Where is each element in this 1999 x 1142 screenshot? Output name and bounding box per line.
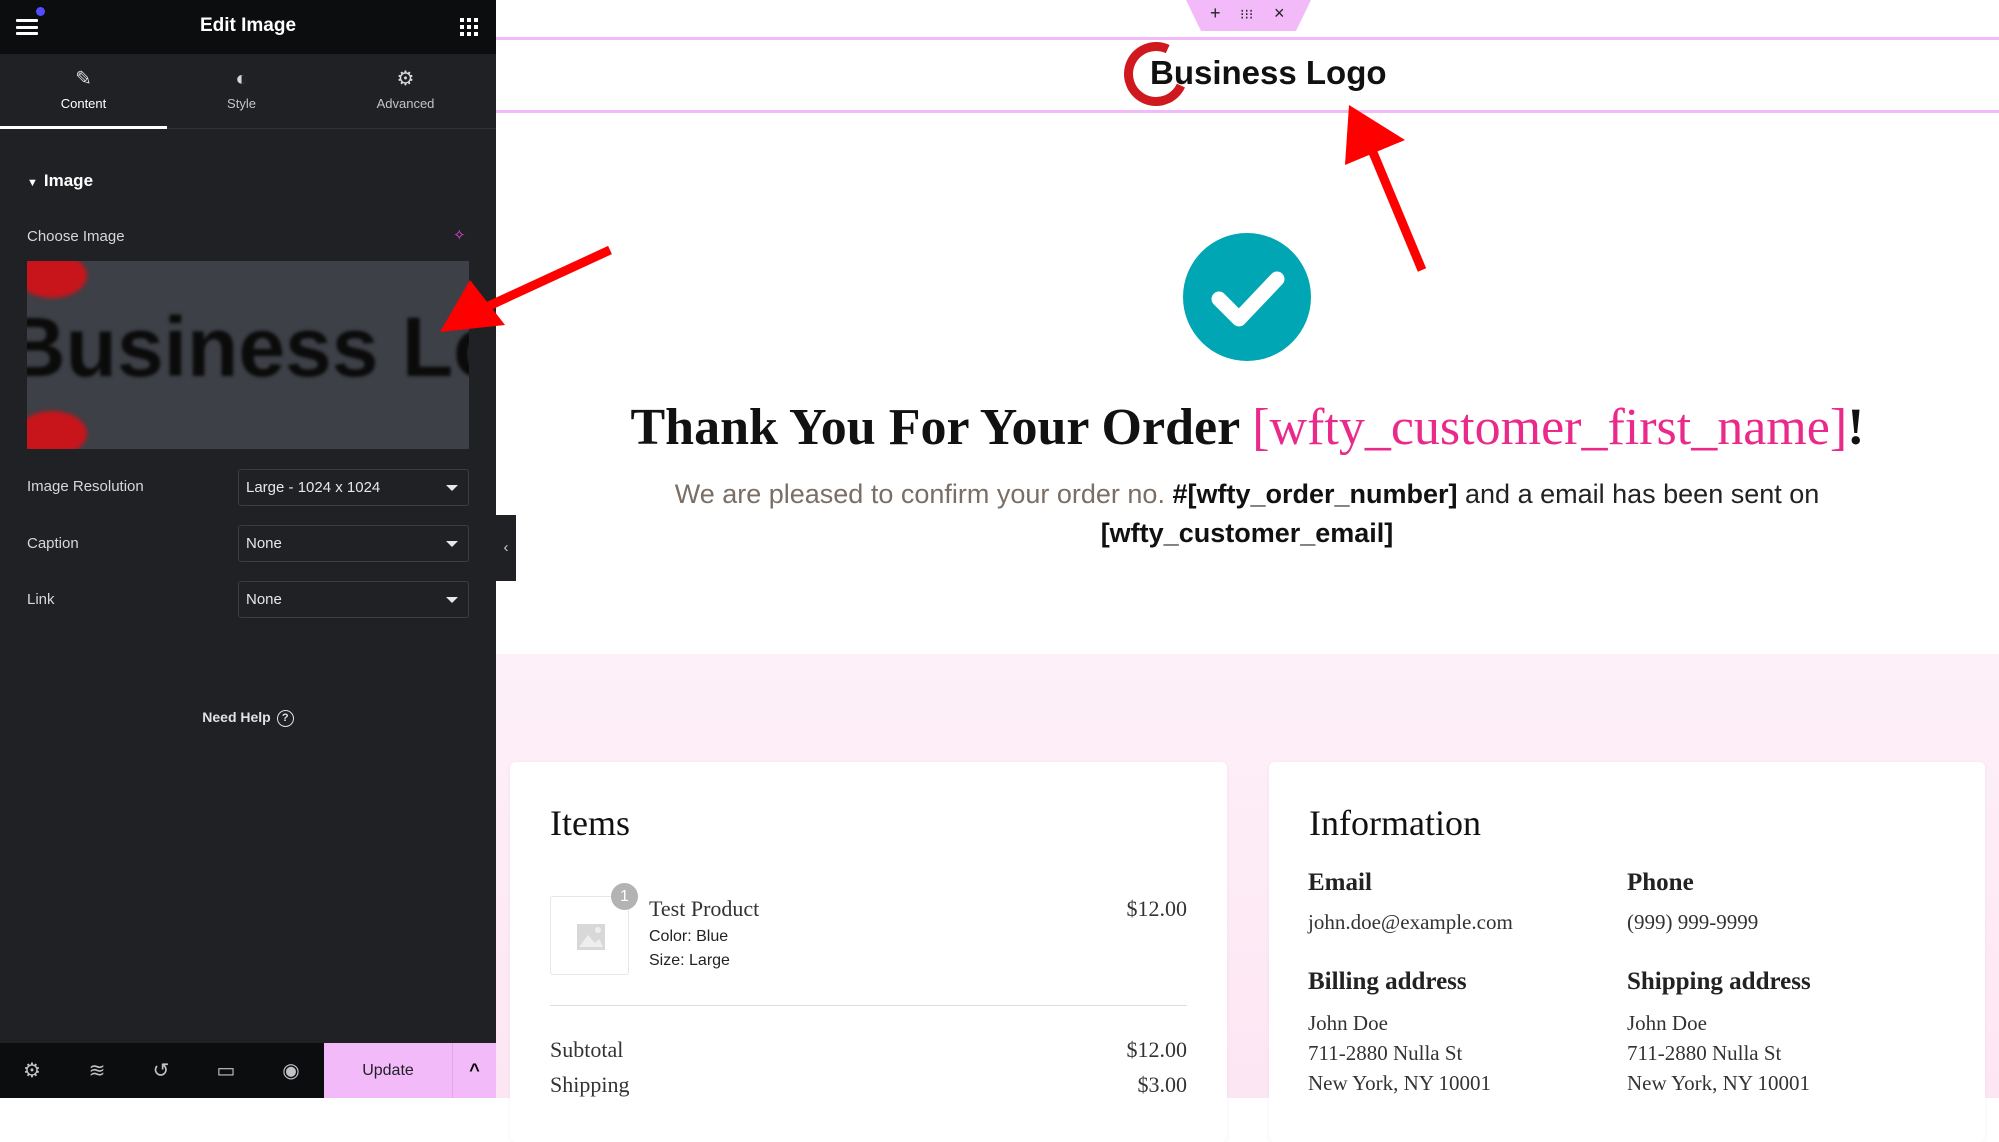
product-name: Test Product [649, 896, 760, 921]
quantity-badge: 1 [611, 883, 638, 910]
add-icon[interactable]: + [1210, 3, 1221, 24]
items-title: Items [550, 803, 630, 843]
chevron-down-icon [446, 597, 458, 603]
chevron-down-icon [446, 541, 458, 547]
chevron-down-icon [446, 485, 458, 491]
email-value: john.doe@example.com [1308, 910, 1513, 934]
panel-footer: ⚙ ≋ ↺ ▭ ◉ Update ^ [0, 1043, 496, 1098]
close-icon[interactable]: × [1274, 3, 1285, 24]
caption-label: Caption [27, 535, 79, 552]
image-resolution-label: Image Resolution [27, 478, 144, 495]
product-size: Size: Large [649, 952, 730, 969]
product-color: Color: Blue [649, 928, 729, 945]
settings-gear-icon[interactable]: ⚙ [20, 1059, 44, 1083]
link-label: Link [27, 591, 55, 608]
subtotal-value: $12.00 [1126, 1037, 1188, 1062]
phone-value: (999) 999-9999 [1627, 910, 1759, 934]
choose-image-label: Choose Image [27, 228, 125, 245]
panel-header: Edit Image [0, 0, 496, 54]
product-price: $12.00 [1126, 896, 1188, 921]
tab-advanced[interactable]: ⚙ Advanced [323, 54, 488, 129]
eye-icon[interactable]: ◉ [279, 1059, 303, 1083]
billing-label: Billing address [1308, 968, 1467, 995]
information-card: Information Email john.doe@example.com P… [1269, 762, 1985, 1142]
help-icon: ? [276, 709, 294, 727]
pencil-icon: ✎ [75, 68, 92, 90]
business-logo[interactable]: Business Logo [1114, 32, 1387, 116]
need-help-link[interactable]: Need Help? [0, 709, 496, 727]
divider [550, 1005, 1187, 1006]
section-border-bottom [496, 110, 1999, 113]
chevron-up-icon[interactable]: ^ [452, 1043, 496, 1098]
link-select[interactable]: None [238, 581, 469, 618]
gear-icon: ⚙ [396, 68, 415, 90]
check-circle-icon [1183, 233, 1311, 361]
history-icon[interactable]: ↺ [149, 1059, 173, 1083]
phone-label: Phone [1627, 869, 1694, 896]
image-resolution-select[interactable]: Large - 1024 x 1024 [238, 469, 469, 506]
subtotal-label: Subtotal [550, 1037, 624, 1062]
layers-icon[interactable]: ≋ [85, 1059, 109, 1083]
shipping-address-label: Shipping address [1627, 968, 1811, 995]
confirmation-email: [wfty_customer_email] [1100, 518, 1394, 548]
drag-handle-icon[interactable]: ⁝⁝⁝ [1240, 6, 1253, 23]
half-circle-icon: ◐ [235, 68, 248, 90]
update-button[interactable]: Update [324, 1043, 452, 1098]
shipping-address: John Doe 711-2880 Nulla St New York, NY 10… [1627, 1011, 1810, 1095]
billing-address: John Doe 711-2880 Nulla St New York, NY 10… [1308, 1011, 1491, 1095]
preview-image-text: Business Lo [27, 300, 469, 394]
tab-content[interactable]: ✎ Content [0, 54, 167, 129]
customer-name-shortcode: [wfty_customer_first_name] [1252, 399, 1848, 456]
section-image-toggle[interactable]: ▼ Image [27, 171, 93, 191]
image-preview[interactable]: Business Lo [27, 261, 469, 449]
shipping-value: $3.00 [1137, 1072, 1188, 1097]
responsive-icon[interactable]: ▭ [214, 1059, 238, 1083]
panel-title: Edit Image [199, 15, 297, 36]
widgets-grid-icon[interactable] [460, 18, 478, 36]
section-toolbar: + ⁝⁝⁝ × [1186, 0, 1311, 31]
confirmation-text: We are pleased to confirm your order no.… [674, 479, 1820, 509]
collapse-panel-button[interactable]: ‹ [496, 515, 516, 581]
caret-down-icon: ▼ [27, 177, 38, 189]
ai-sparkle-icon[interactable]: ✧ [453, 226, 466, 244]
items-card: Items 1 Test Product Color: Blue Size: L… [510, 762, 1227, 1142]
caption-select[interactable]: None [238, 525, 469, 562]
arrow-annotation-top [1345, 105, 1427, 272]
tab-style[interactable]: ◐ Style [159, 54, 324, 129]
editor-panel: Edit Image ✎ Content ◐ Style ⚙ Advanced ▼ Im… [0, 0, 496, 1098]
email-label: Email [1308, 869, 1372, 896]
shipping-label: Shipping [550, 1072, 630, 1097]
page-heading: Thank You For Your Order [wfty_customer_… [630, 399, 1865, 456]
information-title: Information [1309, 803, 1481, 843]
panel-tabs: ✎ Content ◐ Style ⚙ Advanced [0, 54, 496, 129]
